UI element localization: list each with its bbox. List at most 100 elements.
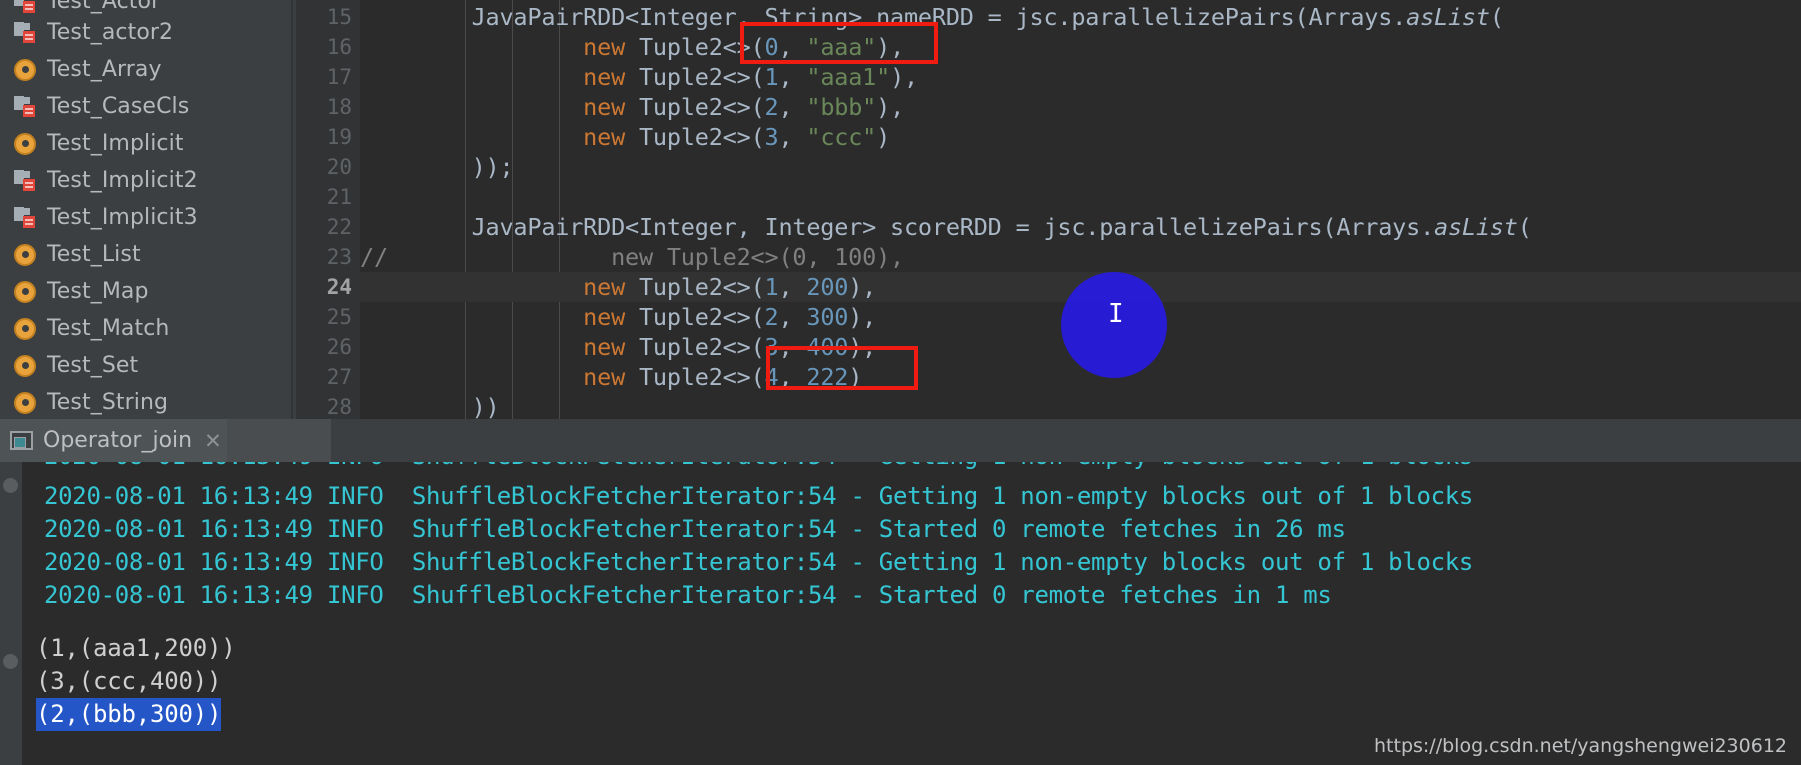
console-output-line-selected[interactable]: (2,(bbb,300)) bbox=[36, 698, 221, 731]
run-tab-operator-join[interactable]: Operator_join ✕ bbox=[0, 419, 227, 462]
code-token: , bbox=[778, 93, 807, 121]
text-cursor-icon: I bbox=[1108, 299, 1124, 329]
console-log-line: 2020-08-01 16:13:49 INFO ShuffleBlockFet… bbox=[44, 482, 1474, 510]
run-console[interactable]: 2020-08-01 16:13:49 INFO ShuffleBlockFet… bbox=[0, 462, 1801, 765]
code-token: )); bbox=[360, 153, 514, 181]
code-token: )) bbox=[360, 393, 500, 421]
code-editor[interactable]: 15 16 17 18 19 20 21 22 23 24 25 26 27 28 JavaPairRDD… bbox=[296, 0, 1801, 433]
console-fold-icon[interactable] bbox=[3, 478, 18, 493]
tree-item-test_match[interactable]: Test_Match bbox=[0, 310, 341, 347]
code-token: , bbox=[778, 123, 807, 151]
tree-item-test_actor[interactable]: Test_Actor bbox=[0, 0, 341, 14]
tree-item-label: Test_Match bbox=[47, 316, 170, 341]
code-token: new bbox=[583, 363, 626, 391]
code-content[interactable]: JavaPairRDD<Integer, String> nameRDD = j… bbox=[360, 0, 1801, 433]
tree-item-test_implicit3[interactable]: Test_Implicit3 bbox=[0, 199, 341, 236]
code-line-23[interactable]: // new Tuple2<>(0, 100), bbox=[360, 242, 1801, 272]
tree-item-label: Test_Actor bbox=[47, 0, 161, 14]
tree-item-test_array[interactable]: Test_Array bbox=[0, 51, 341, 88]
code-token: 222 bbox=[806, 363, 849, 391]
code-token: Tuple2<>( bbox=[625, 333, 765, 361]
tree-item-label: Test_List bbox=[47, 242, 141, 267]
editor-gutter[interactable]: 15 16 17 18 19 20 21 22 23 24 25 26 27 28 bbox=[296, 0, 360, 433]
code-line-20[interactable]: )); bbox=[360, 152, 1801, 182]
tree-item-label: Test_CaseCls bbox=[47, 94, 190, 119]
code-token: Tuple2<>( bbox=[625, 93, 765, 121]
close-icon[interactable]: ✕ bbox=[204, 429, 222, 453]
code-token: "bbb" bbox=[806, 93, 877, 121]
code-token: new bbox=[583, 93, 626, 121]
console-gutter-rail bbox=[0, 462, 22, 765]
tree-item-test_actor2[interactable]: Test_actor2 bbox=[0, 14, 341, 51]
line-number-27: 27 bbox=[326, 365, 352, 389]
code-token: 4 bbox=[764, 363, 779, 391]
code-line-22[interactable]: JavaPairRDD<Integer, Integer> scoreRDD =… bbox=[360, 212, 1801, 242]
line-number-24: 24 bbox=[326, 275, 352, 299]
code-token: new bbox=[583, 303, 626, 331]
code-token: , bbox=[778, 63, 807, 91]
code-token: 200 bbox=[806, 273, 849, 301]
tree-item-label: Test_Array bbox=[47, 57, 162, 82]
code-token: new bbox=[583, 33, 626, 61]
code-token: "aaa" bbox=[806, 33, 877, 61]
code-line-18[interactable]: new Tuple2<>(2, "bbb"), bbox=[360, 92, 1801, 122]
code-token: ) bbox=[876, 123, 891, 151]
code-token: ), bbox=[890, 63, 918, 91]
tree-item-test_implicit[interactable]: Test_Implicit bbox=[0, 125, 341, 162]
console-output-area[interactable]: 2020-08-01 16:13:49 INFO ShuffleBlockFet… bbox=[22, 462, 1801, 765]
console-log-line-clipped: 2020-08-01 16:13:49 INFO ShuffleBlockFet… bbox=[44, 462, 1473, 473]
sidebar-divider bbox=[291, 0, 293, 479]
code-token: , bbox=[778, 303, 807, 331]
tree-item-test_set[interactable]: Test_Set bbox=[0, 347, 341, 384]
code-token: 3 bbox=[764, 333, 779, 361]
code-line-17[interactable]: new Tuple2<>(1, "aaa1"), bbox=[360, 62, 1801, 92]
code-token: new bbox=[583, 123, 626, 151]
scala-class-icon bbox=[14, 169, 36, 192]
code-line-21[interactable] bbox=[360, 182, 1801, 212]
code-line-19[interactable]: new Tuple2<>(3, "ccc") bbox=[360, 122, 1801, 152]
line-number-28: 28 bbox=[326, 395, 352, 419]
tree-item-test_casecls[interactable]: Test_CaseCls bbox=[0, 88, 341, 125]
code-token: ), bbox=[876, 93, 905, 121]
code-line-16[interactable]: new Tuple2<>(0, "aaa"), bbox=[360, 32, 1801, 62]
tree-item-test_map[interactable]: Test_Map bbox=[0, 273, 341, 310]
scala-object-icon bbox=[14, 317, 36, 340]
project-tree-list[interactable]: Test_Actor Test_actor2 Test_Array Test_Case… bbox=[0, 0, 341, 479]
code-token: Tuple2<>( bbox=[625, 303, 765, 331]
code-token: ), bbox=[848, 333, 877, 361]
tree-item-test_string[interactable]: Test_String bbox=[0, 384, 341, 421]
code-token: Tuple2<>( bbox=[625, 63, 765, 91]
code-token: asList bbox=[1406, 3, 1490, 31]
code-token: "ccc" bbox=[806, 123, 877, 151]
console-output-line[interactable]: (3,(ccc,400)) bbox=[36, 665, 221, 698]
code-token: ( bbox=[1517, 213, 1532, 241]
scala-class-icon bbox=[14, 95, 36, 118]
code-line-28[interactable]: )) bbox=[360, 392, 1801, 422]
tree-item-label: Test_Implicit2 bbox=[47, 168, 198, 193]
scala-object-icon bbox=[14, 58, 36, 81]
watermark-url: https://blog.csdn.net/yangshengwei230612 bbox=[1374, 735, 1787, 757]
run-tool-window-tabbar[interactable]: Operator_join ✕ bbox=[0, 419, 1801, 462]
scala-object-icon bbox=[14, 354, 36, 377]
project-tree-panel[interactable]: Test_Actor Test_actor2 Test_Array Test_Case… bbox=[0, 0, 341, 479]
tree-item-test_implicit2[interactable]: Test_Implicit2 bbox=[0, 162, 341, 199]
tree-item-label: Test_Set bbox=[47, 353, 139, 378]
code-token: new bbox=[583, 333, 626, 361]
tree-item-test_list[interactable]: Test_List bbox=[0, 236, 341, 273]
code-token: ), bbox=[876, 33, 905, 61]
code-token: 2 bbox=[764, 93, 779, 121]
console-output-line[interactable]: (1,(aaa1,200)) bbox=[36, 632, 236, 665]
run-configuration-icon bbox=[10, 431, 33, 450]
scala-object-icon bbox=[14, 132, 36, 155]
code-token: 0 bbox=[764, 33, 779, 61]
console-fold-icon[interactable] bbox=[3, 654, 18, 669]
tree-item-label: Test_Implicit3 bbox=[47, 205, 198, 230]
code-line-15[interactable]: JavaPairRDD<Integer, String> nameRDD = j… bbox=[360, 2, 1801, 32]
code-token: 1 bbox=[764, 63, 779, 91]
code-token: new bbox=[583, 273, 626, 301]
